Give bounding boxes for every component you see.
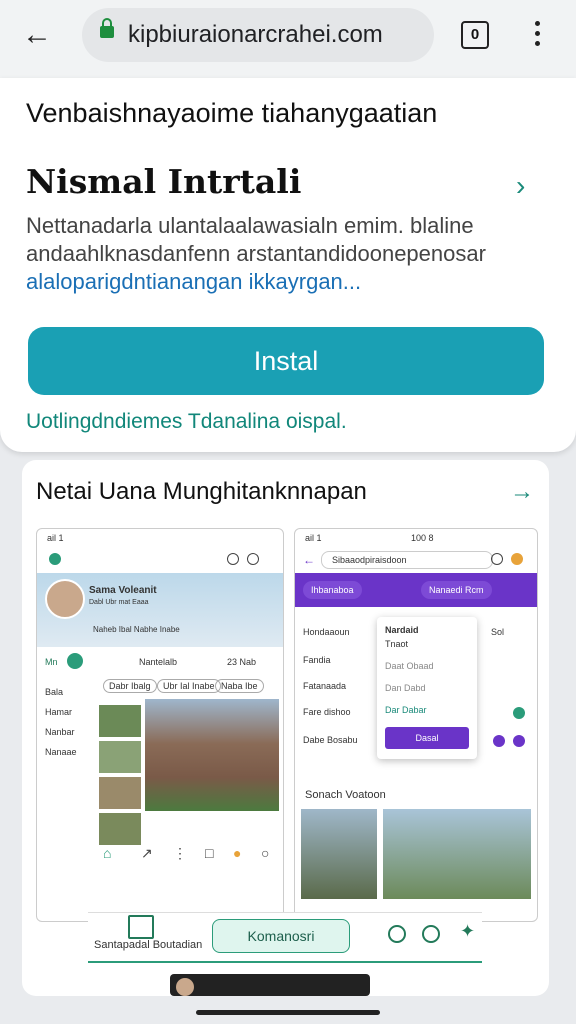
side-item[interactable]: Bala <box>45 687 63 697</box>
overflow-menu-icon[interactable] <box>532 18 542 50</box>
address-bar[interactable]: kipbiuraionarcrahei.com <box>82 8 434 62</box>
popup-row: Daat Obaad <box>385 661 434 671</box>
app-description: Nettanadarla ulantalaalawasialn emim. bl… <box>26 212 546 296</box>
settings-icon <box>247 553 259 565</box>
bottom-action-button[interactable]: Komanosri <box>212 919 350 953</box>
preview-card-title: Netai Uana Munghitanknnapan <box>36 478 367 505</box>
banner-text: Naheb Ibal Nabhe Inabe <box>93 625 180 634</box>
explore-icon[interactable]: ↗ <box>141 845 153 862</box>
app-logo-icon <box>49 553 61 565</box>
gesture-home-bar[interactable] <box>196 1010 380 1015</box>
photo-thumbnail[interactable] <box>99 741 141 773</box>
back-icon[interactable]: ← <box>303 553 315 567</box>
avatar <box>45 579 85 619</box>
popup-dialog: Nardaid Tnaot Daat Obaad Dan Dabd Dar Da… <box>377 617 477 759</box>
install-card-title: Venbaishnayaoime tiahanygaatian <box>26 98 438 128</box>
side-item[interactable]: Hamar <box>45 707 72 717</box>
section-title: Sonach Voatoon <box>305 789 386 801</box>
status-dot <box>513 735 525 747</box>
bottom-action-bar: Santapadal Boutadian Komanosri ✦ <box>88 912 482 963</box>
bottom-nav: ⌂ ↗ ⋮ □ ● ○ <box>37 845 283 867</box>
install-note-link[interactable]: Uotlingdndiemes Tdanalina oispal. <box>26 410 347 434</box>
chip[interactable]: Dabr Ibalg <box>103 679 157 693</box>
preview-card: Netai Uana Munghitanknnapan → ail 1 Sama… <box>22 460 549 996</box>
bottom-label: Santapadal Boutadian <box>94 939 203 951</box>
description-line: andaahlknasdanfenn arstantandidoonepenos… <box>26 241 486 266</box>
screenshot-phone-1[interactable]: ail 1 Sama Voleanit Dabl Ubr mat Eaaa Na… <box>36 528 284 922</box>
timer-icon <box>491 553 503 565</box>
help-icon[interactable] <box>422 925 440 943</box>
side-item[interactable]: Nanaae <box>45 747 77 757</box>
home-icon[interactable] <box>128 915 154 939</box>
tab-switcher-button[interactable]: 0 <box>461 21 489 49</box>
search-icon <box>227 553 239 565</box>
status-signal: ail 1 <box>305 533 322 543</box>
screenshot-phone-2[interactable]: ail 1 100 8 ← Sibaaodpiraisdoon Ihbanabo… <box>294 528 538 922</box>
status-dot <box>513 707 525 719</box>
grid-icon[interactable]: ⋮ <box>173 845 187 862</box>
profile-icon[interactable]: ○ <box>261 845 269 861</box>
count-label: 23 Nab <box>227 657 257 667</box>
header-pill[interactable]: Nanaedi Rcm <box>421 581 492 599</box>
purple-header: Ihbanaboa Nanaedi Rcm <box>295 573 537 607</box>
url-text: kipbiuraionarcrahei.com <box>128 21 383 48</box>
list-item[interactable]: Fare dishoo <box>303 707 351 717</box>
chip[interactable]: Ubr Ial Inabe <box>157 679 221 693</box>
avatar <box>176 978 194 996</box>
menu-label: Mn <box>45 657 58 667</box>
popup-button[interactable]: Dasal <box>385 727 469 749</box>
back-arrow-icon[interactable]: ← <box>22 20 56 50</box>
notification-icon <box>511 553 523 565</box>
popup-subtitle: Tnaot <box>385 639 409 649</box>
install-card: Venbaishnayaoime tiahanygaatian Nismal I… <box>0 78 576 452</box>
tab-label: Nantelalb <box>139 657 178 667</box>
list-item[interactable]: Hondaaoun <box>303 627 350 637</box>
browser-toolbar: ← kipbiuraionarcrahei.com 0 <box>0 0 576 78</box>
app-name: Nismal Intrtali <box>26 162 302 201</box>
description-more-link[interactable]: alaloparigdntianangan ikkayrgan... <box>26 268 546 296</box>
person-photo[interactable] <box>383 809 531 899</box>
popup-title: Nardaid <box>385 625 419 635</box>
side-value: Sol <box>491 627 505 637</box>
user-icon <box>67 653 83 669</box>
home-icon[interactable]: ⌂ <box>103 845 111 861</box>
sparkle-icon[interactable]: ✦ <box>460 921 475 942</box>
status-dot <box>493 735 505 747</box>
clock-icon[interactable] <box>388 925 406 943</box>
chevron-right-icon[interactable]: › <box>516 170 525 202</box>
video-thumbnail[interactable] <box>170 974 370 996</box>
list-item[interactable]: Fatanaada <box>303 681 346 691</box>
install-button[interactable]: Instal <box>28 327 544 395</box>
description-line: Nettanadarla ulantalaalawasialn emim. bl… <box>26 213 474 238</box>
popup-row: Dan Dabd <box>385 683 426 693</box>
chip[interactable]: Naba Ibe <box>215 679 264 693</box>
profile-banner: Sama Voleanit Dabl Ubr mat Eaaa Naheb Ib… <box>37 573 283 647</box>
header-pill[interactable]: Ihbanaboa <box>303 581 362 599</box>
profile-sub: Dabl Ubr mat Eaaa <box>89 599 149 606</box>
notification-icon[interactable]: ● <box>233 845 241 861</box>
bookmark-icon[interactable]: □ <box>205 845 213 861</box>
photo-thumbnail[interactable] <box>99 777 141 809</box>
photo-thumbnail[interactable] <box>99 813 141 845</box>
list-item[interactable]: Fandia <box>303 655 331 665</box>
list-item[interactable]: Dabe Bosabu <box>303 735 358 745</box>
status-time: 100 8 <box>411 533 434 543</box>
person-photo[interactable] <box>301 809 377 899</box>
side-item[interactable]: Nanbar <box>45 727 75 737</box>
search-input[interactable]: Sibaaodpiraisdoon <box>321 551 493 569</box>
arrow-right-icon[interactable]: → <box>510 478 534 506</box>
photo-thumbnail[interactable] <box>99 705 141 737</box>
status-signal: ail 1 <box>47 533 64 543</box>
featured-photo[interactable] <box>145 699 279 811</box>
lock-icon <box>100 18 114 38</box>
profile-name: Sama Voleanit <box>89 585 157 596</box>
popup-row: Dar Dabar <box>385 705 427 715</box>
